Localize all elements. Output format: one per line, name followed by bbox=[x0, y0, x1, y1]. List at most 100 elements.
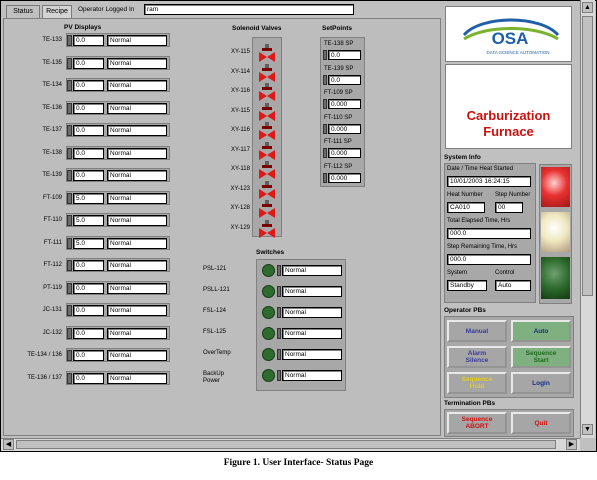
pv-status-field: Normal bbox=[107, 350, 167, 361]
system-state-field: Standby bbox=[447, 280, 487, 291]
operator-button-auto[interactable]: Auto bbox=[511, 320, 571, 342]
pv-value-field: 0.0 bbox=[73, 125, 104, 136]
setpoint-spin-icon[interactable] bbox=[323, 172, 327, 183]
switch-indicator-icon bbox=[277, 349, 281, 360]
pv-tag-label: JC-131 bbox=[42, 307, 62, 313]
pv-status-field: Normal bbox=[107, 282, 167, 294]
pv-indicator-icon bbox=[67, 372, 72, 384]
pv-status-field: Normal bbox=[107, 305, 167, 316]
horizontal-scroll-thumb[interactable] bbox=[16, 440, 556, 449]
setpoints-heading: SetPoints bbox=[322, 25, 352, 32]
scroll-right-icon[interactable]: ▶ bbox=[566, 439, 577, 450]
scroll-up-icon[interactable]: ▲ bbox=[582, 2, 593, 13]
setpoint-label: FT-109 SP bbox=[324, 90, 353, 96]
figure-caption: Figure 1. User Interface- Status Page bbox=[223, 458, 374, 468]
pv-status-field: Normal bbox=[107, 125, 167, 136]
pv-status-field: Normal bbox=[107, 57, 167, 69]
pv-value-field: 5.0 bbox=[73, 237, 104, 249]
operator-label: Operator Logged In bbox=[78, 6, 135, 13]
pv-status-field: Normal bbox=[107, 215, 167, 226]
setpoint-spin-icon[interactable] bbox=[323, 99, 327, 109]
alarm-yellow-light-icon bbox=[541, 212, 570, 252]
termination-pbs-heading: Termination PBs bbox=[444, 400, 496, 407]
setpoint-input[interactable]: 0.0 bbox=[328, 74, 361, 85]
company-logo: OSA DATA SCIENCE AUTOMATION bbox=[445, 6, 572, 62]
pv-value-field: 0.0 bbox=[73, 372, 104, 384]
pv-value-field: 0.0 bbox=[73, 170, 104, 181]
switch-lamp-icon bbox=[262, 264, 275, 277]
operator-field[interactable]: ram bbox=[144, 4, 354, 15]
pv-value-field: 0.0 bbox=[73, 327, 104, 339]
setpoint-spin-icon[interactable] bbox=[323, 148, 327, 158]
valve-tag-label: XY-114 bbox=[230, 68, 250, 75]
pv-status-field: Normal bbox=[107, 102, 167, 114]
date-field: 10/01/2003 16:24:15 bbox=[447, 176, 531, 187]
pv-status-field: Normal bbox=[107, 327, 167, 339]
switches-heading: Switches bbox=[256, 249, 285, 256]
pv-indicator-icon bbox=[67, 305, 72, 316]
pv-status-field: Normal bbox=[107, 147, 167, 159]
switch-status-field: Normal bbox=[282, 286, 342, 297]
setpoint-input[interactable]: 0.0 bbox=[328, 50, 361, 60]
step-number-label: Step Number bbox=[495, 192, 531, 198]
setpoint-spin-icon[interactable] bbox=[323, 50, 327, 60]
switch-lamp-icon bbox=[262, 327, 275, 340]
pv-indicator-icon bbox=[67, 237, 72, 249]
valve-tag-label: XY-129 bbox=[230, 224, 250, 231]
logo-subtitle: DATA SCIENCE AUTOMATION bbox=[487, 50, 550, 55]
setpoint-spin-icon[interactable] bbox=[323, 123, 327, 134]
pv-indicator-icon bbox=[67, 125, 72, 136]
solenoid-valves-heading: Solenoid Valves bbox=[232, 25, 282, 32]
switch-tag-label: PSL-121 bbox=[203, 266, 227, 272]
operator-button-alarm-silence[interactable]: Alarm Silence bbox=[447, 346, 507, 368]
setpoint-input[interactable]: 0.000 bbox=[328, 99, 361, 109]
pv-indicator-icon bbox=[67, 282, 72, 294]
pv-tag-label: TE-136 / 137 bbox=[27, 374, 62, 381]
pv-value-field: 0.0 bbox=[73, 305, 104, 316]
pv-tag-label: TE-136 bbox=[42, 104, 62, 111]
osa-logo-icon: OSA DATA SCIENCE AUTOMATION bbox=[462, 18, 560, 55]
elapsed-time-label: Total Elapsed Time, Hrs bbox=[447, 218, 511, 224]
pv-indicator-icon bbox=[67, 215, 72, 226]
pv-indicator-icon bbox=[67, 327, 72, 339]
termination-button-sequence-abort[interactable]: Sequence ABORT bbox=[447, 412, 507, 434]
switch-status-field: Normal bbox=[282, 349, 342, 360]
termination-button-quit[interactable]: Quit bbox=[511, 412, 571, 434]
setpoint-spin-icon[interactable] bbox=[323, 74, 327, 85]
operator-button-login[interactable]: Login bbox=[511, 372, 571, 394]
operator-pbs-heading: Operator PBs bbox=[444, 307, 486, 314]
operator-button-sequence-hold[interactable]: Sequence Hold bbox=[447, 372, 507, 394]
switch-indicator-icon bbox=[277, 265, 281, 276]
pv-indicator-icon bbox=[67, 102, 72, 114]
switch-indicator-icon bbox=[277, 328, 281, 339]
tab-status[interactable]: Status bbox=[6, 5, 40, 19]
valve-tag-label: XY-116 bbox=[230, 88, 250, 94]
operator-button-sequence-start[interactable]: Sequence Start bbox=[511, 346, 571, 368]
tab-recipe[interactable]: Recipe bbox=[42, 5, 72, 18]
vertical-scroll-thumb[interactable] bbox=[582, 16, 593, 296]
operator-button-manual[interactable]: Manual bbox=[447, 320, 507, 342]
switch-tag-label: OverTemp bbox=[203, 350, 231, 356]
setpoint-label: TE-138 SP bbox=[324, 41, 354, 47]
pv-value-field: 0.0 bbox=[73, 282, 104, 294]
control-label: Control bbox=[495, 270, 515, 276]
remaining-time-field: 000.0 bbox=[447, 254, 531, 265]
switch-indicator-icon bbox=[277, 370, 281, 381]
switch-indicator-icon bbox=[277, 286, 281, 297]
scroll-down-icon[interactable]: ▼ bbox=[582, 424, 593, 435]
setpoint-input[interactable]: 0.000 bbox=[328, 172, 361, 183]
setpoint-label: FT-111 SP bbox=[324, 139, 352, 145]
pv-displays-heading: PV Displays bbox=[64, 24, 102, 31]
solenoid-valve-icon[interactable] bbox=[257, 219, 277, 242]
setpoint-input[interactable]: 0.000 bbox=[328, 123, 361, 134]
scroll-left-icon[interactable]: ◀ bbox=[3, 439, 14, 450]
pv-tag-label: TE-135 bbox=[42, 59, 62, 66]
pv-value-field: 5.0 bbox=[73, 192, 104, 204]
setpoint-label: FT-110 SP bbox=[324, 114, 353, 121]
pv-tag-label: TE-134 / 136 bbox=[27, 352, 62, 358]
valve-tag-label: XY-128 bbox=[230, 205, 250, 211]
setpoint-input[interactable]: 0.000 bbox=[328, 148, 361, 158]
product-title-line2: Furnace bbox=[483, 124, 534, 139]
logo-text: OSA bbox=[492, 29, 529, 48]
pv-status-field: Normal bbox=[107, 237, 167, 249]
